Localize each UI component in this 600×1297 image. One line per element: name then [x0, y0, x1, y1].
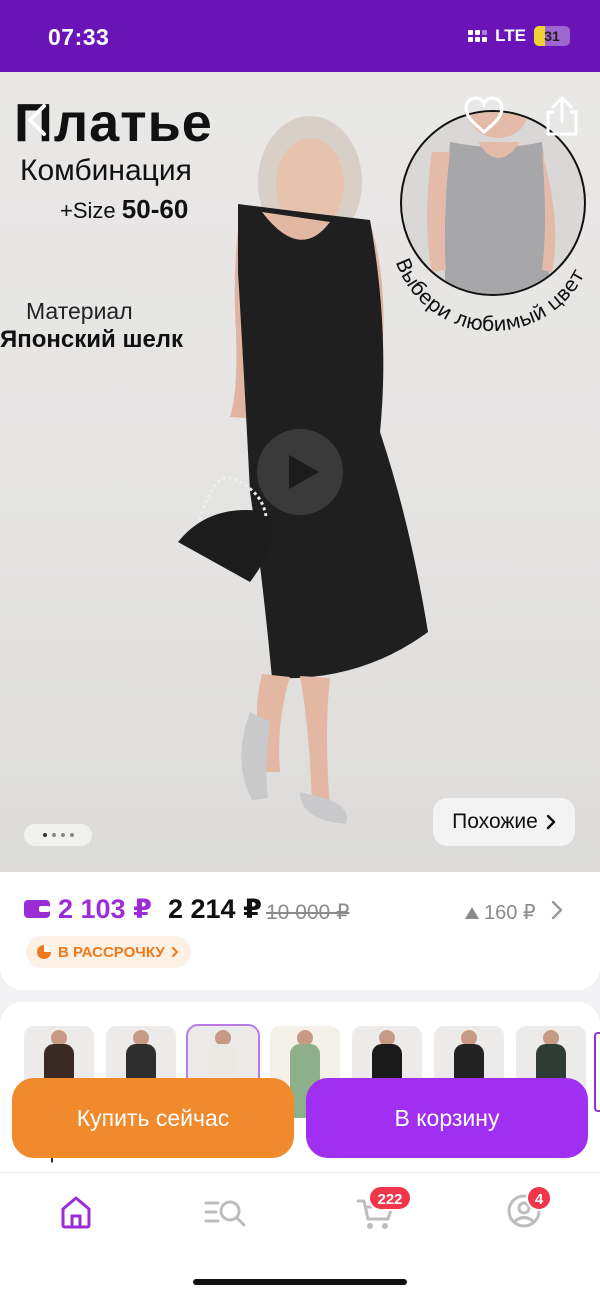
hero-size: +Size 50-60	[60, 194, 188, 225]
material-label: Материал	[26, 298, 133, 324]
similar-label: Похожие	[452, 810, 538, 833]
price-delta-value: 160 ₽	[484, 902, 536, 924]
pie-chart-icon	[37, 945, 51, 959]
network-type: LTE	[495, 26, 526, 45]
gallery-pager	[24, 824, 92, 846]
size-range: 50-60	[121, 194, 189, 224]
add-to-cart-button[interactable]: В корзину	[306, 1078, 588, 1158]
chevron-right-icon	[546, 814, 556, 830]
installment-badge[interactable]: В РАССРОЧКУ	[26, 936, 191, 968]
wallet-price: 2 103 ₽	[58, 894, 152, 924]
tab-bar: 222 4	[0, 1172, 600, 1297]
home-indicator	[193, 1279, 407, 1285]
price-change[interactable]: 160 ₽	[464, 900, 536, 925]
old-price: 10 000 ₽	[266, 901, 350, 924]
battery-icon: 31	[534, 26, 570, 46]
pager-dot	[51, 833, 56, 837]
similar-products-button[interactable]: Похожие	[433, 798, 575, 846]
installment-label: В РАССРОЧКУ	[58, 943, 165, 961]
cart-badge: 222	[368, 1185, 412, 1211]
material-value: Японский шелк	[0, 326, 184, 353]
signal-strength-icon	[468, 30, 488, 42]
catalog-search-icon	[204, 1200, 246, 1227]
triangle-up-icon	[465, 906, 479, 919]
wallet-icon	[24, 900, 50, 918]
more-colors-handle[interactable]	[594, 1032, 600, 1112]
product-gallery[interactable]: Платье Комбинация +Size 50-60 Материал Я…	[0, 72, 600, 872]
pager-dot	[42, 833, 47, 837]
size-prefix: +Size	[60, 198, 116, 223]
chevron-left-icon	[28, 104, 46, 136]
battery-level: 31	[544, 28, 560, 44]
chevron-right-icon	[171, 947, 179, 957]
pager-dot	[60, 833, 65, 837]
back-button[interactable]	[18, 100, 58, 140]
status-time: 07:33	[48, 24, 110, 50]
profile-badge: 4	[526, 1185, 552, 1211]
play-icon	[289, 455, 319, 489]
tab-catalog[interactable]	[196, 1187, 256, 1237]
favorite-button[interactable]	[462, 96, 506, 136]
pager-dot	[69, 833, 74, 837]
svg-text:Выбери любимый цвет: Выбери любимый цвет	[391, 255, 590, 337]
price-section: 2 103 ₽ 2 214 ₽ 10 000 ₽ 160 ₽ В РАССРОЧ…	[0, 872, 600, 990]
tab-profile[interactable]: 4	[496, 1185, 556, 1237]
tab-home[interactable]	[46, 1187, 106, 1237]
status-bar: 07:33 LTE 31	[0, 0, 600, 72]
chevron-right-icon[interactable]	[548, 898, 566, 922]
home-icon	[61, 1196, 91, 1229]
share-button[interactable]	[542, 94, 582, 138]
tab-cart[interactable]: 222	[346, 1185, 412, 1237]
regular-price: 2 214 ₽	[168, 894, 262, 924]
share-icon	[546, 96, 578, 136]
status-indicators: LTE 31	[468, 26, 570, 46]
buy-now-button[interactable]: Купить сейчас	[12, 1078, 294, 1158]
heart-icon	[464, 96, 504, 135]
play-video-button[interactable]	[257, 429, 343, 515]
hero-subtitle: Комбинация	[20, 154, 192, 187]
